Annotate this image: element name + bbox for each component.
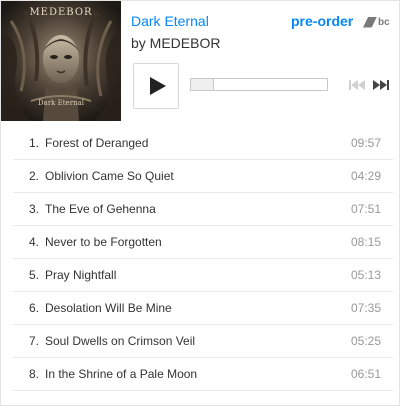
bandcamp-logo[interactable]: bc xyxy=(363,15,390,29)
previous-track-button[interactable] xyxy=(349,80,365,90)
track-duration: 04:29 xyxy=(350,169,381,183)
track-number: 3 xyxy=(13,202,39,216)
track-duration: 05:25 xyxy=(350,334,381,348)
next-icon-bar xyxy=(387,80,389,90)
bandcamp-logo-icon xyxy=(363,16,377,28)
track-duration: 06:51 xyxy=(350,367,381,381)
track-title[interactable]: Soul Dwells on Crimson Veil xyxy=(45,334,195,348)
track-duration: 07:35 xyxy=(350,301,381,315)
player-header: MEDEBOR Dark Eternal Dark Eternal by MED… xyxy=(1,1,399,121)
track-title[interactable]: Never to be Forgotten xyxy=(45,235,162,249)
play-button[interactable] xyxy=(133,63,179,109)
track-number: 8 xyxy=(13,367,39,381)
track-row[interactable]: 1 Forest of Deranged 09:57 xyxy=(13,127,393,160)
track-number: 2 xyxy=(13,169,39,183)
track-row[interactable]: 5 Pray Nightfall 05:13 xyxy=(13,259,393,292)
track-duration: 09:57 xyxy=(350,136,381,150)
next-icon-2 xyxy=(380,80,387,90)
track-number: 1 xyxy=(13,136,39,150)
track-row[interactable]: 6 Desolation Will Be Mine 07:35 xyxy=(13,292,393,325)
tracklist: 1 Forest of Deranged 09:57 2 Oblivion Came S… xyxy=(13,127,393,391)
progress-bar[interactable] xyxy=(190,78,328,91)
track-title[interactable]: Desolation Will Be Mine xyxy=(45,301,172,315)
track-row[interactable]: 4 Never to be Forgotten 08:15 xyxy=(13,226,393,259)
album-cover[interactable]: MEDEBOR Dark Eternal xyxy=(1,1,121,121)
track-number: 4 xyxy=(13,235,39,249)
bandcamp-logo-text: bc xyxy=(378,16,390,28)
track-number: 6 xyxy=(13,301,39,315)
track-title[interactable]: The Eve of Gehenna xyxy=(45,202,156,216)
track-row[interactable]: 2 Oblivion Came So Quiet 04:29 xyxy=(13,160,393,193)
track-row[interactable]: 7 Soul Dwells on Crimson Veil 05:25 xyxy=(13,325,393,358)
track-duration: 07:51 xyxy=(350,202,381,216)
track-number: 5 xyxy=(13,268,39,282)
progress-thumb[interactable] xyxy=(191,79,214,90)
cover-album-title: Dark Eternal xyxy=(38,99,84,107)
play-icon xyxy=(150,77,166,95)
track-duration: 05:13 xyxy=(350,268,381,282)
cover-band-logo: MEDEBOR xyxy=(29,7,93,18)
previous-icon-2 xyxy=(358,80,365,90)
track-title[interactable]: Oblivion Came So Quiet xyxy=(45,169,174,183)
next-icon xyxy=(373,80,380,90)
track-duration: 08:15 xyxy=(350,235,381,249)
previous-icon xyxy=(351,80,358,90)
track-row[interactable]: 3 The Eve of Gehenna 07:51 xyxy=(13,193,393,226)
next-track-button[interactable] xyxy=(373,80,389,90)
artist-line: by MEDEBOR xyxy=(131,35,221,51)
track-title[interactable]: In the Shrine of a Pale Moon xyxy=(45,367,197,381)
track-title[interactable]: Pray Nightfall xyxy=(45,268,116,282)
track-row[interactable]: 8 In the Shrine of a Pale Moon 06:51 xyxy=(13,358,393,391)
album-title-link[interactable]: Dark Eternal xyxy=(131,13,209,29)
preorder-link[interactable]: pre-order xyxy=(291,13,353,29)
track-number: 7 xyxy=(13,334,39,348)
track-title[interactable]: Forest of Deranged xyxy=(45,136,148,150)
embedded-player: MEDEBOR Dark Eternal Dark Eternal by MED… xyxy=(0,0,400,406)
